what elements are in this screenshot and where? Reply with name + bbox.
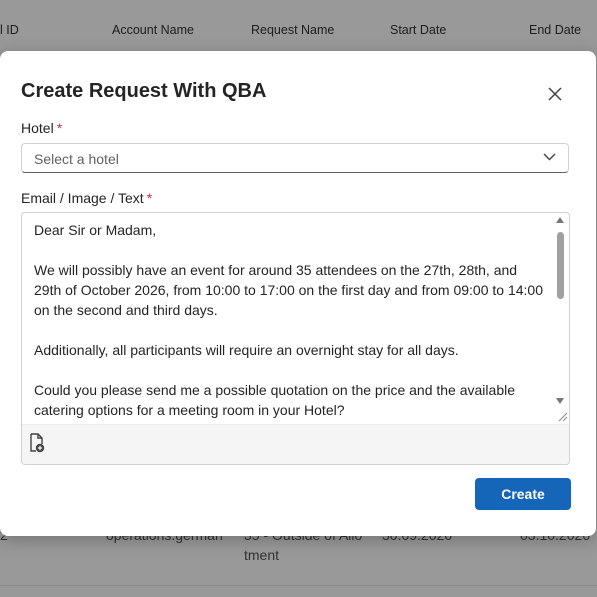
scroll-up-arrow-icon[interactable] (556, 217, 564, 223)
dialog-title: Create Request With QBA (21, 80, 267, 102)
create-request-dialog: Create Request With QBA Hotel * Select a … (0, 51, 596, 536)
email-required-mark: * (146, 190, 153, 206)
hotel-required-mark: * (56, 120, 63, 136)
email-textarea[interactable]: Dear Sir or Madam, We will possibly have… (34, 220, 544, 420)
editor-toolbar (22, 424, 569, 464)
scroll-thumb[interactable] (557, 232, 564, 299)
editor-scrollbar[interactable] (555, 215, 567, 407)
chevron-down-icon (543, 153, 556, 161)
attach-file-button[interactable] (28, 433, 50, 455)
resize-handle-icon[interactable] (556, 410, 568, 422)
close-button[interactable] (541, 80, 569, 108)
attach-file-icon (30, 433, 45, 453)
email-text-editor[interactable]: Dear Sir or Madam, We will possibly have… (21, 212, 570, 465)
close-icon (548, 87, 562, 101)
hotel-select-placeholder: Select a hotel (34, 151, 119, 167)
hotel-label: Hotel * (21, 120, 63, 136)
create-button[interactable]: Create (475, 478, 571, 510)
scroll-down-arrow-icon[interactable] (556, 398, 564, 404)
email-label: Email / Image / Text * (21, 190, 153, 206)
hotel-select[interactable]: Select a hotel (21, 143, 569, 173)
